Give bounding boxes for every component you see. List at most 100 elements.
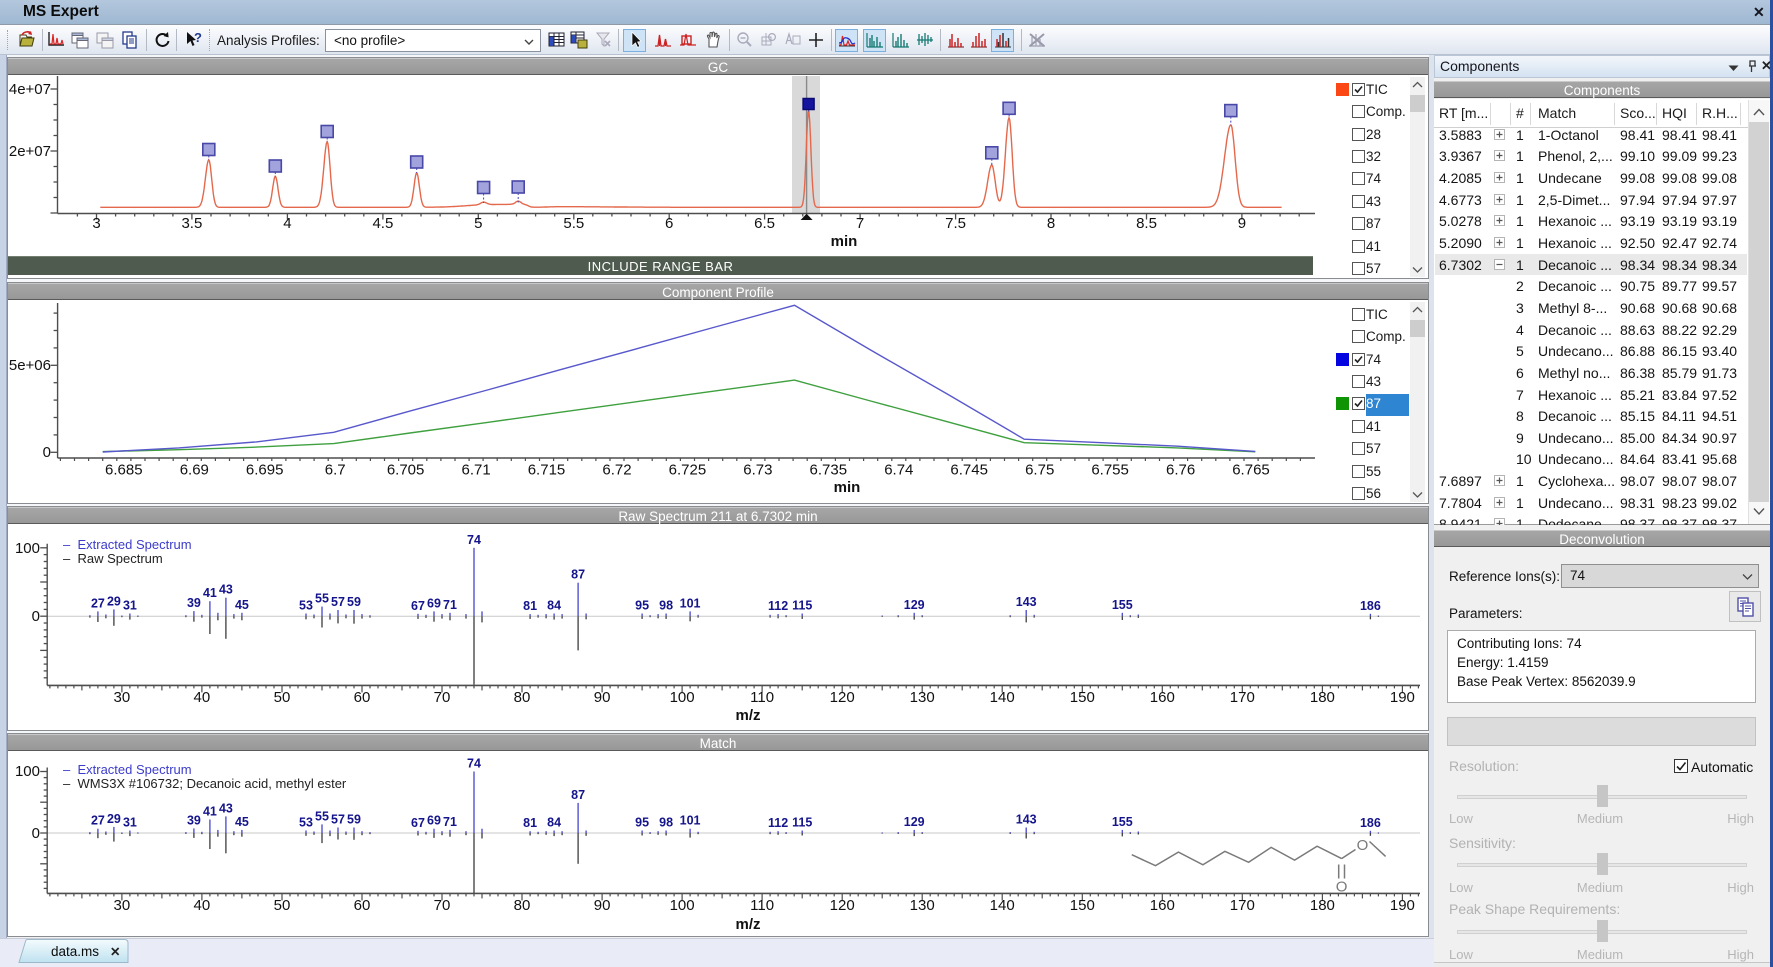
svg-text:120: 120 bbox=[830, 689, 855, 706]
svg-text:140: 140 bbox=[990, 689, 1015, 706]
svg-text:80: 80 bbox=[514, 897, 531, 914]
svg-text:6.735: 6.735 bbox=[810, 462, 848, 479]
svg-text:41: 41 bbox=[203, 586, 217, 600]
svg-text:6.76: 6.76 bbox=[1166, 462, 1195, 479]
svg-text:40: 40 bbox=[194, 689, 211, 706]
svg-text:min: min bbox=[831, 233, 858, 250]
svg-text:110: 110 bbox=[750, 689, 774, 706]
svg-text:59: 59 bbox=[347, 813, 361, 827]
svg-text:81: 81 bbox=[523, 816, 537, 830]
svg-text:39: 39 bbox=[187, 813, 201, 827]
svg-text:55: 55 bbox=[315, 592, 329, 606]
svg-text:100: 100 bbox=[15, 540, 40, 557]
svg-text:m/z: m/z bbox=[735, 707, 760, 724]
svg-text:30: 30 bbox=[114, 689, 131, 706]
svg-text:112: 112 bbox=[768, 599, 788, 613]
svg-text:6.705: 6.705 bbox=[387, 462, 425, 479]
svg-text:6.755: 6.755 bbox=[1091, 462, 1129, 479]
svg-text:6.715: 6.715 bbox=[528, 462, 566, 479]
svg-text:190: 190 bbox=[1390, 897, 1415, 914]
svg-text:60: 60 bbox=[354, 897, 371, 914]
svg-text:69: 69 bbox=[427, 814, 441, 828]
svg-text:5: 5 bbox=[474, 215, 482, 232]
svg-text:155: 155 bbox=[1112, 598, 1133, 612]
svg-text:69: 69 bbox=[427, 596, 441, 610]
svg-text:2e+07: 2e+07 bbox=[9, 143, 51, 160]
svg-text:27: 27 bbox=[91, 596, 105, 610]
svg-text:6.5: 6.5 bbox=[754, 215, 775, 232]
svg-text:150: 150 bbox=[1070, 897, 1095, 914]
svg-text:6.765: 6.765 bbox=[1232, 462, 1270, 479]
svg-text:6.71: 6.71 bbox=[461, 462, 490, 479]
svg-text:39: 39 bbox=[187, 596, 201, 610]
svg-text:9: 9 bbox=[1238, 215, 1246, 232]
svg-text:6.725: 6.725 bbox=[669, 462, 707, 479]
svg-text:55: 55 bbox=[315, 809, 329, 823]
svg-text:143: 143 bbox=[1016, 595, 1037, 609]
svg-text:27: 27 bbox=[91, 814, 105, 828]
svg-text:74: 74 bbox=[467, 533, 481, 547]
svg-text:186: 186 bbox=[1360, 816, 1381, 830]
svg-text:4.5: 4.5 bbox=[372, 215, 393, 232]
svg-text:90: 90 bbox=[594, 689, 611, 706]
svg-text:6.69: 6.69 bbox=[180, 462, 209, 479]
svg-text:84: 84 bbox=[547, 599, 561, 613]
svg-text:170: 170 bbox=[1230, 897, 1255, 914]
svg-text:6.7: 6.7 bbox=[325, 462, 346, 479]
svg-text:87: 87 bbox=[571, 568, 585, 582]
svg-text:min: min bbox=[834, 479, 861, 496]
svg-text:67: 67 bbox=[411, 816, 425, 830]
svg-text:180: 180 bbox=[1310, 897, 1335, 914]
svg-text:31: 31 bbox=[123, 816, 137, 830]
svg-text:31: 31 bbox=[123, 599, 137, 613]
svg-text:70: 70 bbox=[434, 897, 451, 914]
svg-text:8.5: 8.5 bbox=[1136, 215, 1157, 232]
svg-text:– Extracted Spectrum: – Extracted Spectrum bbox=[63, 762, 192, 777]
svg-text:m/z: m/z bbox=[735, 916, 760, 933]
svg-text:6.685: 6.685 bbox=[105, 462, 143, 479]
svg-text:101: 101 bbox=[680, 814, 701, 828]
svg-text:160: 160 bbox=[1150, 897, 1175, 914]
svg-text:95: 95 bbox=[635, 816, 649, 830]
svg-text:53: 53 bbox=[299, 599, 313, 613]
svg-text:155: 155 bbox=[1112, 815, 1133, 829]
svg-text:150: 150 bbox=[1070, 689, 1095, 706]
svg-text:30: 30 bbox=[114, 897, 131, 914]
svg-text:57: 57 bbox=[331, 595, 345, 609]
svg-text:8: 8 bbox=[1047, 215, 1055, 232]
svg-text:129: 129 bbox=[904, 815, 925, 829]
svg-text:70: 70 bbox=[434, 689, 451, 706]
svg-text:O: O bbox=[1336, 879, 1348, 896]
svg-text:143: 143 bbox=[1016, 813, 1037, 827]
svg-text:160: 160 bbox=[1150, 689, 1175, 706]
svg-text:5e+06: 5e+06 bbox=[9, 357, 51, 374]
svg-text:130: 130 bbox=[910, 897, 935, 914]
svg-text:6: 6 bbox=[665, 215, 673, 232]
svg-text:50: 50 bbox=[274, 689, 291, 706]
svg-text:43: 43 bbox=[219, 801, 233, 815]
svg-text:6.73: 6.73 bbox=[743, 462, 772, 479]
svg-text:110: 110 bbox=[750, 897, 774, 914]
svg-text:✕: ✕ bbox=[110, 945, 120, 959]
svg-text:45: 45 bbox=[235, 815, 249, 829]
svg-text:115: 115 bbox=[792, 816, 812, 830]
svg-text:6.745: 6.745 bbox=[950, 462, 988, 479]
svg-text:6.75: 6.75 bbox=[1025, 462, 1054, 479]
svg-text:140: 140 bbox=[990, 897, 1015, 914]
svg-text:?: ? bbox=[194, 30, 202, 45]
svg-text:3: 3 bbox=[92, 215, 100, 232]
svg-text:data.ms: data.ms bbox=[51, 944, 99, 959]
svg-text:0: 0 bbox=[32, 608, 40, 625]
svg-text:O: O bbox=[1357, 837, 1369, 854]
svg-text:71: 71 bbox=[443, 815, 457, 829]
svg-text:100: 100 bbox=[670, 897, 695, 914]
svg-text:– Extracted Spectrum: – Extracted Spectrum bbox=[63, 537, 192, 552]
svg-text:6.695: 6.695 bbox=[246, 462, 284, 479]
svg-text:170: 170 bbox=[1230, 689, 1255, 706]
svg-text:6.74: 6.74 bbox=[884, 462, 913, 479]
svg-text:67: 67 bbox=[411, 599, 425, 613]
svg-text:45: 45 bbox=[235, 598, 249, 612]
svg-text:98: 98 bbox=[659, 816, 673, 830]
svg-text:4e+07: 4e+07 bbox=[9, 81, 51, 98]
svg-text:29: 29 bbox=[107, 594, 121, 608]
